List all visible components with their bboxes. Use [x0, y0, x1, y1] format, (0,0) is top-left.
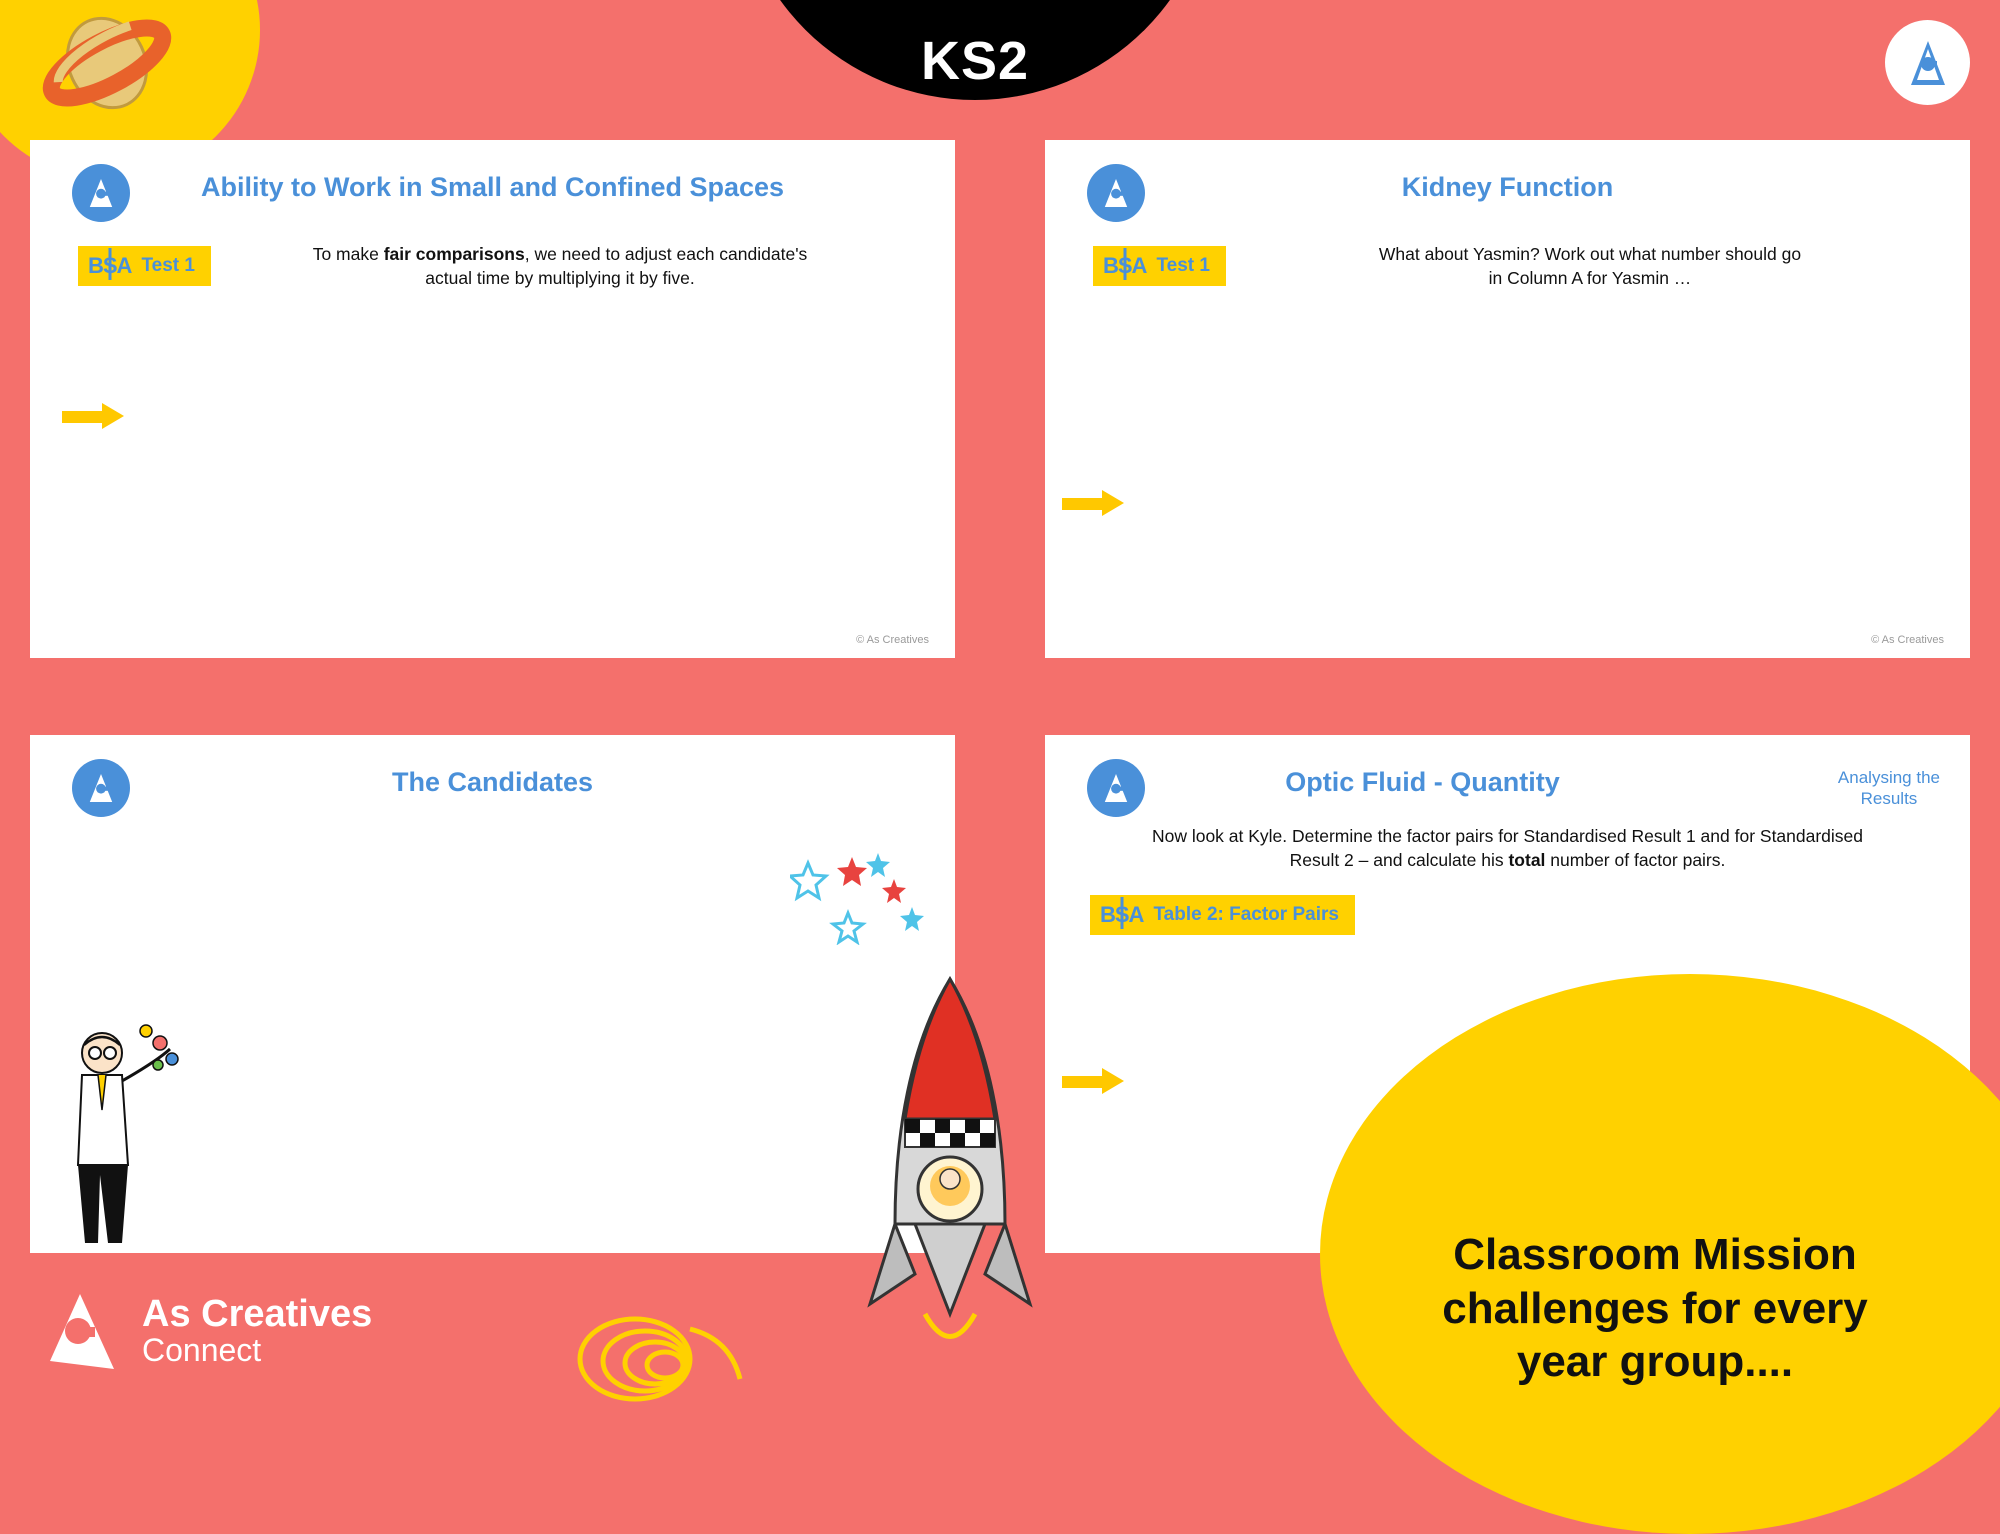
slide1-instruction: To make fair comparisons, we need to adj…	[30, 243, 955, 290]
ks2-label: KS2	[920, 31, 1030, 91]
instruction-line2: actual time by multiplying it by five.	[425, 267, 695, 288]
promo-line3: year group....	[1516, 1337, 1794, 1387]
instruction-bold: fair comparisons	[383, 244, 525, 264]
as-creatives-logo-icon	[50, 1294, 114, 1369]
instruction-text-b: , we need to adjust each candidate's	[524, 244, 808, 264]
rocket-illustration	[867, 975, 1033, 1339]
instruction-text-a: To make	[312, 244, 384, 264]
instruction4-line1: Now look at Kyle. Determine the factor p…	[1151, 826, 1864, 846]
instruction2-line1: What about Yasmin? Work out what number …	[1378, 244, 1802, 264]
scientist-illustration	[76, 1024, 179, 1243]
instruction4-bold: total	[1508, 849, 1546, 870]
promo-text: Classroom Mission challenges for every y…	[1350, 1228, 1960, 1389]
as-creatives-a-icon	[1910, 40, 1945, 85]
slide3-title: The Candidates	[391, 767, 594, 797]
instruction2-line2: in Column A for Yasmin …	[1488, 267, 1692, 288]
promo-line2: challenges for every	[1442, 1283, 1868, 1333]
as-badge-icon-3	[72, 759, 130, 817]
slide2-copyright: © As Creatives	[1871, 634, 1944, 646]
instruction4-line2a: Result 2 – and calculate his	[1289, 849, 1509, 870]
planet-icon	[42, 16, 172, 110]
bisa-mark-4: BSA	[1100, 897, 1144, 929]
pointer-arrow-slide2	[1062, 490, 1124, 516]
slide4-title: Optic Fluid - Quantity	[1285, 767, 1560, 797]
brand-sub: Connect	[142, 1331, 262, 1368]
as-badge-icon-2	[1087, 164, 1145, 222]
slide2-instruction: What about Yasmin? Work out what number …	[1045, 243, 1970, 290]
slide1-title: Ability to Work in Small and Confined Sp…	[200, 172, 785, 202]
slide2-title: Kidney Function	[1401, 172, 1614, 202]
side-note-line1: Analysing the	[1837, 768, 1940, 787]
bisa-chip-label-4: Table 2: Factor Pairs	[1153, 904, 1339, 925]
spiral-decoration	[577, 1316, 743, 1402]
slide-ability-small-spaces: Ability to Work in Small and Confined Sp…	[30, 140, 955, 658]
as-badge-icon-4	[1087, 759, 1145, 817]
footer-brand: As Creatives Connect	[42, 1289, 372, 1374]
promo-line1: Classroom Mission	[1453, 1229, 1857, 1279]
bisa-table2-chip: BSA Table 2: Factor Pairs	[1090, 895, 1355, 935]
pointer-arrow-slide4	[1062, 1068, 1124, 1094]
side-note-line2: Results	[1860, 789, 1918, 809]
instruction4-line2b: number of factor pairs.	[1545, 849, 1726, 870]
slide4-instruction: Now look at Kyle. Determine the factor p…	[1045, 825, 1970, 872]
as-creatives-logo-top	[1885, 20, 1970, 105]
slide1-copyright: © As Creatives	[856, 634, 929, 646]
as-badge-icon	[72, 164, 130, 222]
slide-kidney-function: Kidney Function BSA Test 1 What about Ya…	[1045, 140, 1970, 658]
slide4-side-note: Analysing the Results	[1838, 767, 1940, 810]
stars-decoration	[790, 853, 924, 945]
brand-name: As Creatives	[142, 1292, 373, 1335]
pointer-arrow-slide1	[62, 403, 124, 429]
